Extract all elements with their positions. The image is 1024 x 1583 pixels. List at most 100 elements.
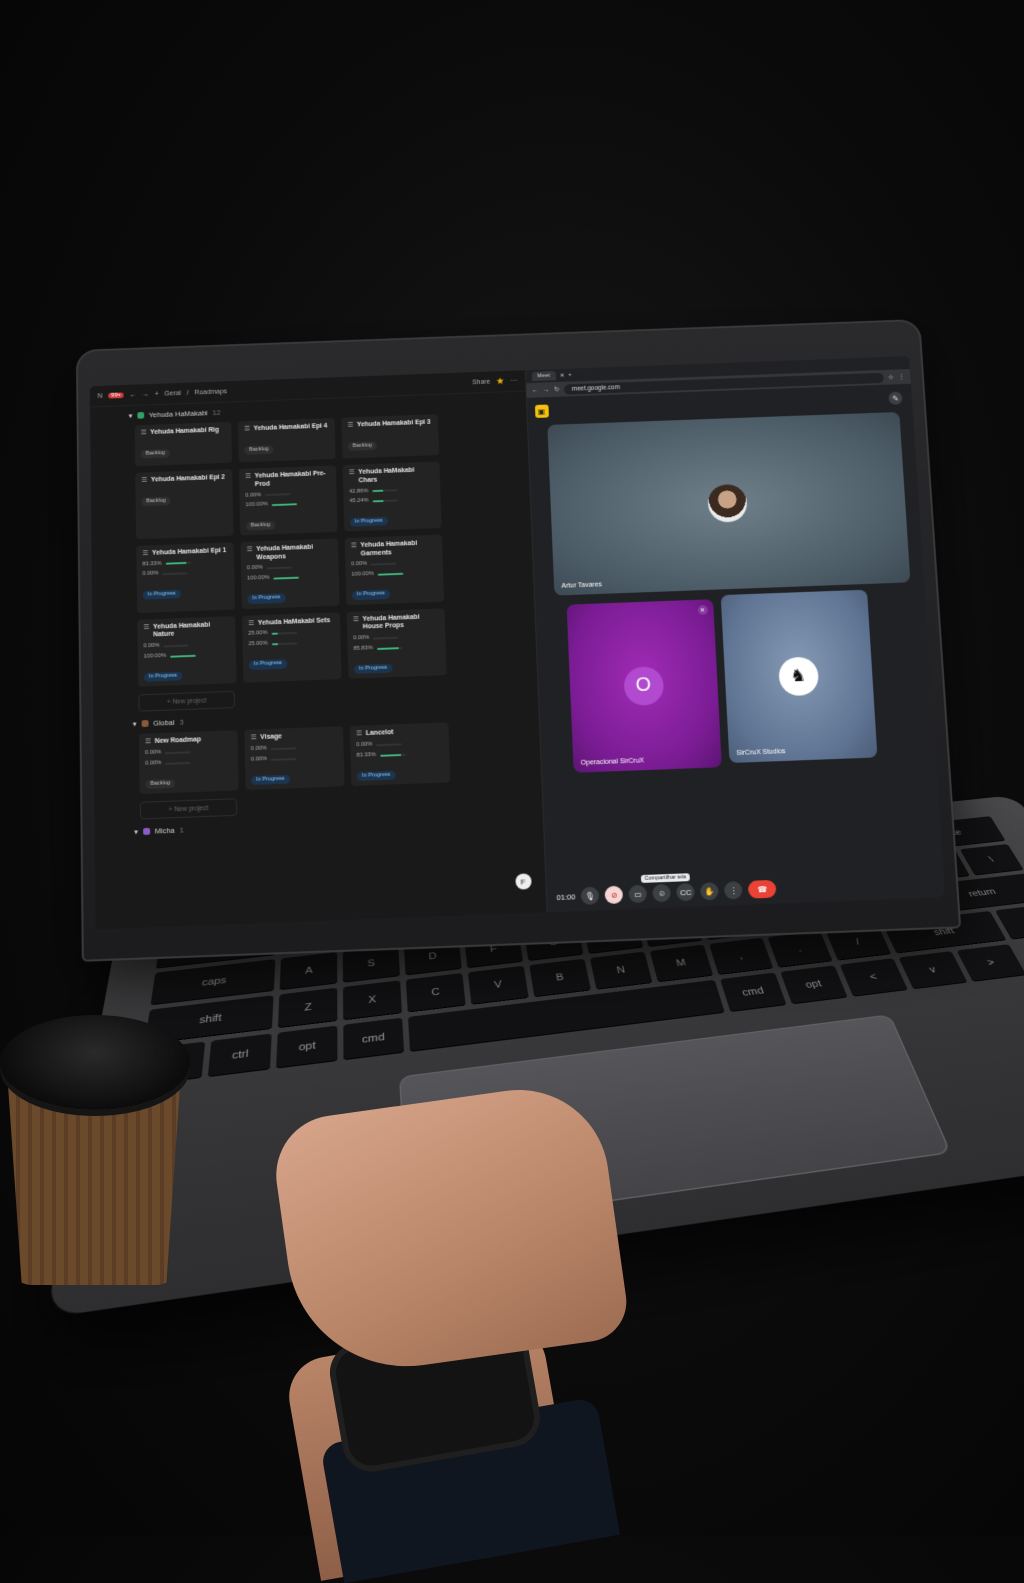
status-badge[interactable]: Backlog [140,448,170,459]
user-avatar[interactable]: F [514,873,532,890]
progress-bar [165,761,192,765]
add-icon[interactable]: + [155,391,159,398]
status-badge[interactable]: Backlog [244,444,274,455]
status-badge[interactable]: Backlog [141,496,171,507]
more-options-icon[interactable]: ⋮ [724,881,744,900]
app-logo-icon[interactable]: N [98,393,103,400]
back-icon[interactable]: ← [532,387,539,394]
status-badge[interactable]: In Progress [351,589,390,600]
progress-bar [170,654,196,658]
progress-value: 0.00% [245,492,262,499]
progress-bar [165,562,191,566]
progress-bar [373,636,399,640]
status-badge[interactable]: Backlog [145,779,176,790]
group-name: Yehuda HaMakabi [148,408,208,420]
bookmark-star-icon[interactable]: ☆ [888,373,894,381]
group-count: 12 [212,408,221,417]
list-icon: ☰ [142,550,149,557]
progress-value: 85.83% [353,645,373,652]
project-card[interactable]: ☰ Yehuda Hamakabi Epi 3 Backlog [341,414,440,459]
menu-icon[interactable]: ⋮ [898,373,905,381]
progress-row: 0.00% [142,568,228,578]
status-badge[interactable]: In Progress [251,774,290,786]
status-badge[interactable]: In Progress [247,593,286,604]
project-card[interactable]: ☰ Yehuda Hamakabi Epi 2 Backlog [135,469,234,540]
progress-row: 0.00% [351,559,437,569]
new-tab-icon[interactable]: + [568,372,572,378]
end-call-button[interactable]: ☎ [748,879,777,899]
project-card[interactable]: ☰ Yehuda Hamakabi Garments 0.00% 100.00% In … [344,534,445,605]
back-icon[interactable]: ← [130,391,137,398]
raise-hand-icon[interactable]: ✋ [700,881,720,901]
breadcrumb-roadmaps[interactable]: Roadmaps [194,388,227,396]
browser-tab[interactable]: Meet [531,370,556,382]
new-project-button[interactable]: + New project [138,691,236,713]
project-card[interactable]: ☰ New Roadmap 0.00% 0.00% Backlog [138,730,239,795]
collapse-chevron-icon[interactable]: ▾ [134,828,138,837]
laptop-screen: N 99+ ← → + Geral / Roadmaps Share ★ ⋯ ▾… [89,356,946,930]
project-card[interactable]: ☰ Yehuda Hamakabi Weapons 0.00% 100.00% In P… [240,538,340,609]
progress-bar [372,489,398,493]
progress-value: 42.86% [349,488,369,495]
participant-tile-main[interactable]: Artur Tavares [546,411,911,596]
emoji-icon[interactable]: ☺ [652,883,672,903]
progress-row: 0.00% [251,743,338,754]
project-card[interactable]: ☰ Visage 0.00% 0.00% In Progress [244,726,345,791]
project-card[interactable]: ☰ Yehuda Hamakabi Epi 1 83.33% 0.00% In Prog… [136,542,236,613]
favorite-star-icon[interactable]: ★ [496,376,505,386]
status-badge[interactable]: In Progress [354,663,393,675]
card-title-row: ☰ Lancelot [356,728,443,740]
roadmap-app: N 99+ ← → + Geral / Roadmaps Share ★ ⋯ ▾… [89,370,548,930]
microphone-icon[interactable]: 🎙 [580,886,600,906]
project-card[interactable]: ☰ Yehuda HaMakabi Chars 42.86% 45.24% In Pro… [342,461,442,532]
close-tab-icon[interactable]: ✕ [559,372,565,379]
collapse-chevron-icon[interactable]: ▾ [129,412,133,420]
present-screen-icon[interactable]: ▭ [628,884,648,904]
forward-icon[interactable]: → [142,391,149,398]
project-card[interactable]: ☰ Yehuda HaMakabi Sets 25.00% 25.00% In Prog… [241,611,342,684]
meet-activity-icon[interactable]: ▣ [534,404,549,418]
status-badge[interactable]: In Progress [142,589,181,600]
card-title: Yehuda Hamakabi Garments [360,540,418,558]
participant-tile[interactable]: ✕ O Operacional SirCruX [566,599,722,773]
participant-tile[interactable]: ♞ SirCruX Studios [720,589,878,764]
reload-icon[interactable]: ↻ [554,386,560,394]
list-icon: ☰ [348,469,355,477]
more-icon[interactable]: ⋯ [510,377,517,385]
status-badge[interactable]: In Progress [143,671,182,683]
captions-icon[interactable]: CC [676,882,696,902]
forward-icon[interactable]: → [543,386,550,393]
status-badge[interactable]: Backlog [347,441,377,451]
project-card[interactable]: ☰ Yehuda Hamakabi Nature 0.00% 100.00% In Pr… [137,615,237,688]
camera-off-icon[interactable]: ⊘ [604,885,624,905]
breadcrumb-geral[interactable]: Geral [164,390,181,397]
tooltip: Compartilhar tela [640,873,691,883]
progress-value: 0.00% [246,565,263,572]
new-project-button[interactable]: + New project [139,798,238,820]
progress-value: 45.24% [349,497,369,505]
card-title: Yehuda Hamakabi Epi 4 [253,422,328,433]
status-badge[interactable]: In Progress [248,659,287,670]
progress-row: 0.00% [251,753,338,764]
project-card[interactable]: ☰ Yehuda Hamakabi Rig Backlog [134,421,233,467]
participant-name: Artur Tavares [561,581,603,590]
cup-sleeve [8,1085,180,1285]
participant-initial-avatar: O [622,665,664,706]
progress-row: 83.33% [356,749,443,760]
project-card[interactable]: ☰ Yehuda Hamakabi House Props 0.00% 85.83% I… [346,607,447,680]
list-icon: ☰ [141,476,148,484]
share-button[interactable]: Share [472,378,490,385]
status-badge[interactable]: Backlog [245,520,276,531]
mic-off-icon: ✕ [697,605,708,616]
card-title: Yehuda Hamakabi Pre-Prod [254,470,326,488]
collapse-chevron-icon[interactable]: ▾ [133,720,137,729]
group-count: 3 [179,718,184,727]
group-count: 1 [179,826,184,835]
laptop-lid: N 99+ ← → + Geral / Roadmaps Share ★ ⋯ ▾… [75,319,962,962]
status-badge[interactable]: In Progress [349,516,388,527]
status-badge[interactable]: In Progress [357,770,396,782]
project-card[interactable]: ☰ Yehuda Hamakabi Pre-Prod 0.00% 100.00% Bac… [238,465,338,536]
project-card[interactable]: ☰ Lancelot 0.00% 83.33% In Progress [349,722,451,787]
project-card[interactable]: ☰ Yehuda Hamakabi Epi 4 Backlog [237,417,336,463]
edit-icon[interactable]: ✎ [888,391,903,405]
